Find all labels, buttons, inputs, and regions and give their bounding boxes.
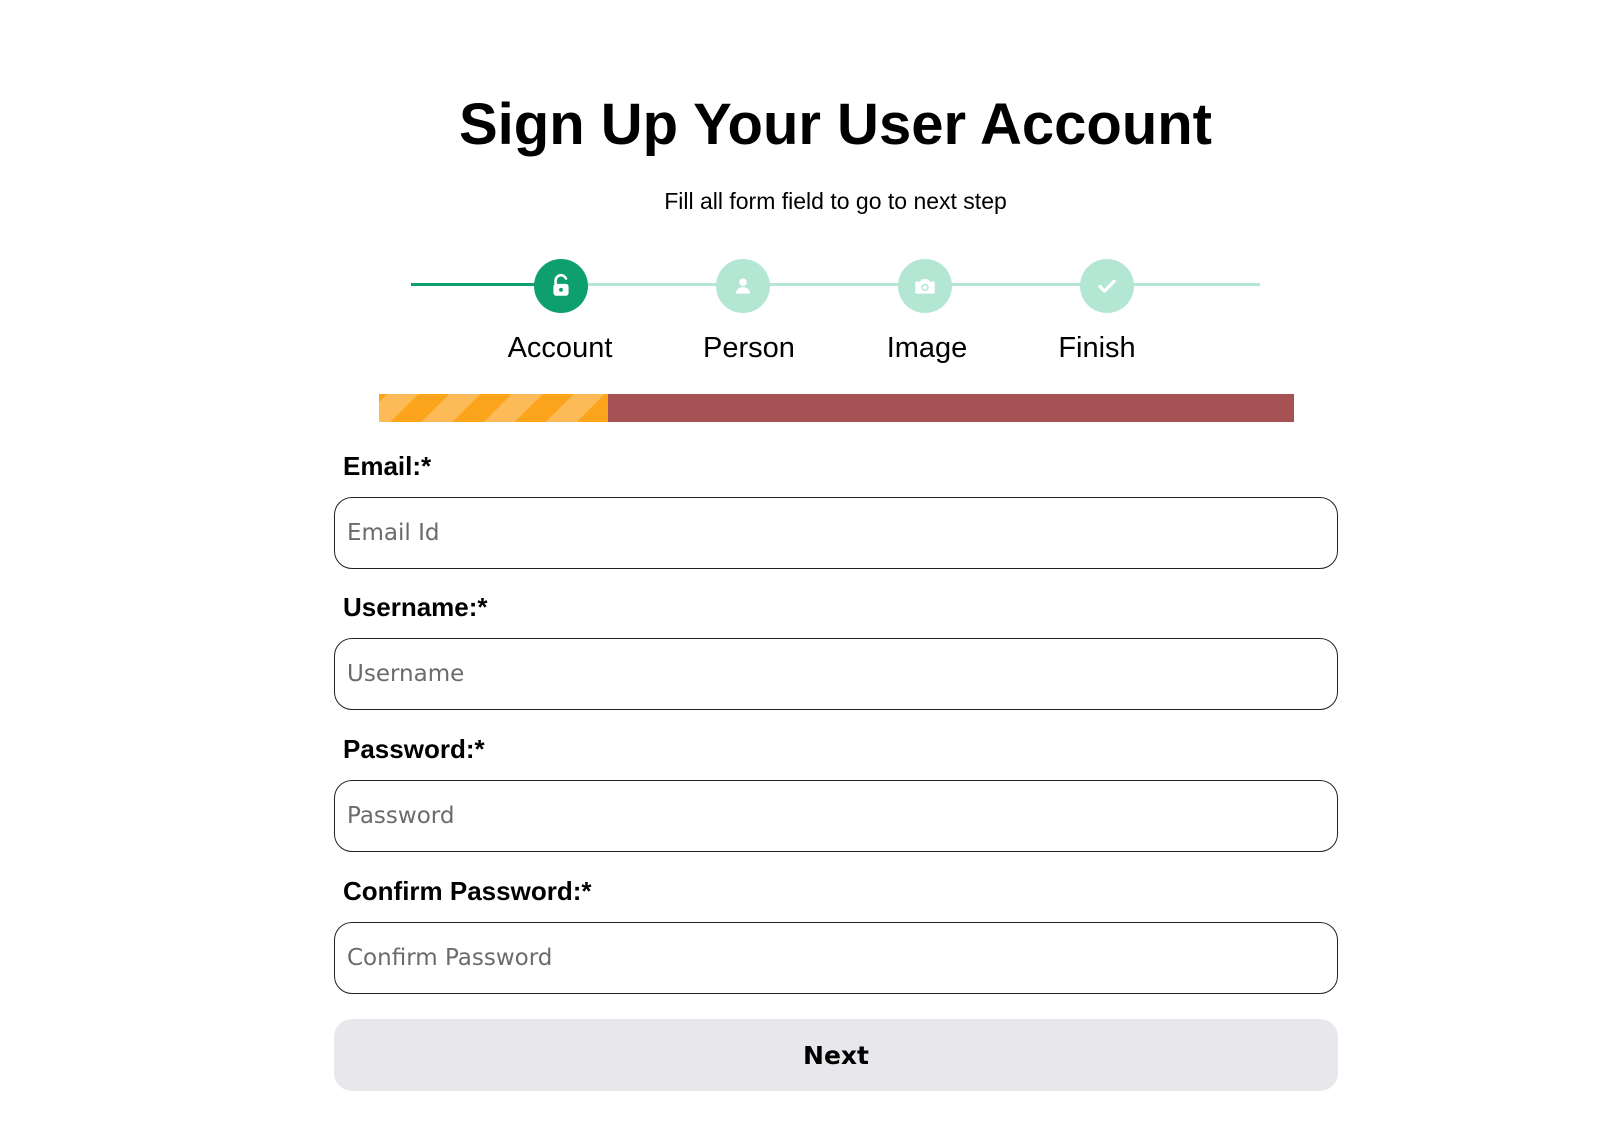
step-person-icon[interactable] bbox=[716, 259, 770, 313]
camera-icon bbox=[915, 279, 935, 294]
confirm-password-field[interactable] bbox=[334, 922, 1338, 994]
password-field[interactable] bbox=[334, 780, 1338, 852]
step-image-icon[interactable] bbox=[898, 259, 952, 313]
page-subtitle: Fill all form field to go to next step bbox=[664, 188, 1007, 214]
confirm-password-label: Confirm Password:* bbox=[343, 876, 592, 906]
step-label-image[interactable]: Image bbox=[847, 331, 1007, 365]
signup-page: Sign Up Your User Account Fill all form … bbox=[0, 0, 1618, 1140]
page-title: Sign Up Your User Account bbox=[458, 92, 1212, 157]
password-label: Password:* bbox=[343, 734, 485, 764]
email-label: Email:* bbox=[343, 451, 432, 481]
form-progress-fill bbox=[379, 394, 608, 422]
step-label-person[interactable]: Person bbox=[669, 331, 829, 365]
username-field[interactable] bbox=[334, 638, 1338, 710]
step-label-finish[interactable]: Finish bbox=[1017, 331, 1177, 365]
step-label-account[interactable]: Account bbox=[480, 331, 640, 365]
unlock-icon bbox=[553, 273, 569, 296]
step-account-icon[interactable] bbox=[534, 259, 588, 313]
check-icon bbox=[1098, 279, 1116, 293]
user-icon bbox=[735, 278, 751, 294]
step-progress: Account Person Image Finish bbox=[411, 255, 1260, 375]
form-progress-bar bbox=[379, 394, 1294, 422]
next-button[interactable]: Next bbox=[334, 1019, 1338, 1091]
stepper-line-completed bbox=[411, 283, 539, 286]
step-finish-icon[interactable] bbox=[1080, 259, 1134, 313]
username-label: Username:* bbox=[343, 592, 488, 622]
email-field[interactable] bbox=[334, 497, 1338, 569]
